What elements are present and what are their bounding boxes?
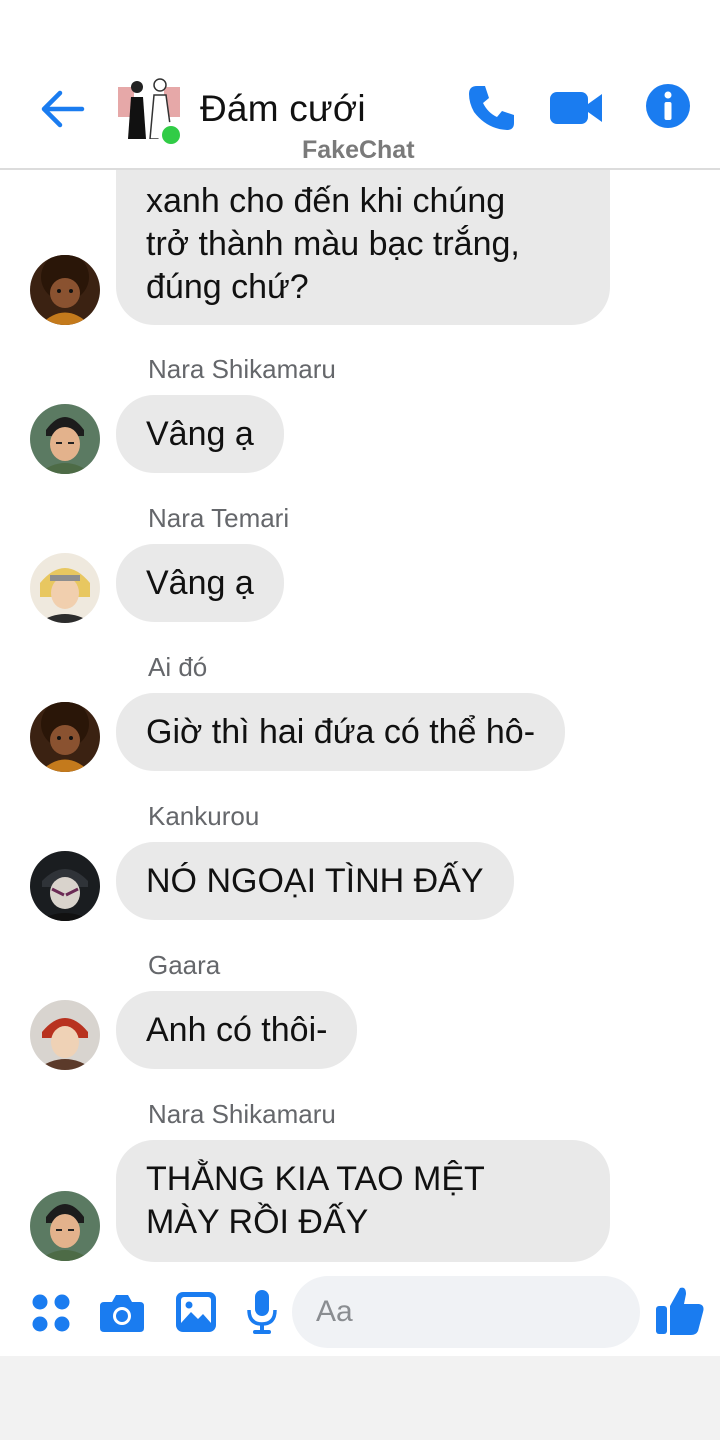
message-line: MÀY RỒI ĐẤY	[146, 1203, 369, 1241]
chat-header: Đám cưới FakeChat	[0, 0, 720, 170]
sender-name: Gaara	[148, 950, 221, 980]
video-call-button[interactable]	[548, 82, 604, 134]
camera-button[interactable]	[98, 1292, 146, 1339]
chat-screen: xanh cho đến khi chúng trở thành màu bạc…	[0, 0, 720, 1356]
message-bubble[interactable]: THẰNG KIA TAO MỆT MÀY RỒI ĐẤY	[116, 1140, 610, 1262]
message-input[interactable]	[316, 1292, 566, 1332]
online-status-dot	[158, 122, 184, 148]
microphone-icon	[247, 1290, 277, 1334]
sender-avatar[interactable]	[30, 553, 100, 623]
video-camera-icon	[550, 92, 602, 124]
message-line: Vâng ạ	[146, 564, 254, 602]
avatar-kankurou-icon	[30, 851, 100, 921]
message-line: Vâng ạ	[146, 415, 254, 453]
message-input-field[interactable]	[292, 1276, 640, 1348]
message-bubble[interactable]: Vâng ạ	[116, 544, 284, 622]
message-bubble[interactable]: NÓ NGOẠI TÌNH ĐẤY	[116, 842, 514, 920]
voice-call-button[interactable]	[465, 82, 517, 134]
message-line: Giờ thì hai đứa có thể hô-	[146, 713, 536, 751]
like-button[interactable]	[654, 1284, 706, 1338]
like-icon	[656, 1287, 704, 1335]
phone-icon	[469, 86, 514, 130]
info-icon	[646, 84, 690, 128]
chat-title[interactable]: Đám cưới	[200, 88, 366, 130]
arrow-left-icon	[41, 90, 85, 128]
sender-name: Nara Shikamaru	[148, 354, 336, 384]
avatar-gaara-icon	[30, 1000, 100, 1070]
avatar-shikamaru-icon	[30, 1191, 100, 1261]
sender-name: Nara Temari	[148, 503, 290, 533]
sender-name: Kankurou	[148, 801, 260, 831]
sender-avatar[interactable]	[30, 702, 100, 772]
sender-avatar[interactable]	[30, 404, 100, 474]
sender-avatar[interactable]	[30, 851, 100, 921]
message-bubble[interactable]: Anh có thôi-	[116, 991, 358, 1069]
avatar-dark-curly-hair-icon	[30, 255, 100, 325]
microphone-button[interactable]	[246, 1288, 278, 1341]
camera-icon	[100, 1295, 144, 1332]
message-line: Anh có thôi-	[146, 1011, 328, 1049]
avatar-temari-icon	[30, 553, 100, 623]
gallery-button[interactable]	[174, 1290, 218, 1339]
info-button[interactable]	[644, 82, 696, 134]
message-composer	[0, 1270, 720, 1356]
avatar-shikamaru-icon	[30, 404, 100, 474]
apps-button[interactable]	[30, 1292, 72, 1339]
sender-avatar[interactable]	[30, 1000, 100, 1070]
image-icon	[176, 1292, 216, 1332]
apps-icon	[32, 1294, 70, 1332]
message-line: trở thành màu bạc trắng,	[146, 225, 520, 263]
sender-name: Nara Shikamaru	[148, 1099, 336, 1129]
message-line: xanh cho đến khi chúng	[146, 182, 506, 220]
sender-name: Ai đó	[148, 652, 208, 682]
message-bubble[interactable]: Vâng ạ	[116, 395, 284, 473]
watermark: FakeChat	[302, 136, 415, 164]
message-line: THẰNG KIA TAO MỆT	[146, 1160, 485, 1198]
message-line: NÓ NGOẠI TÌNH ĐẤY	[146, 862, 484, 900]
sender-avatar[interactable]	[30, 1191, 100, 1261]
avatar-dark-curly-hair-icon	[30, 702, 100, 772]
message-bubble[interactable]: Giờ thì hai đứa có thể hô-	[116, 693, 566, 771]
back-button[interactable]	[38, 84, 88, 134]
message-line: đúng chứ?	[146, 268, 309, 306]
sender-avatar[interactable]	[30, 255, 100, 325]
